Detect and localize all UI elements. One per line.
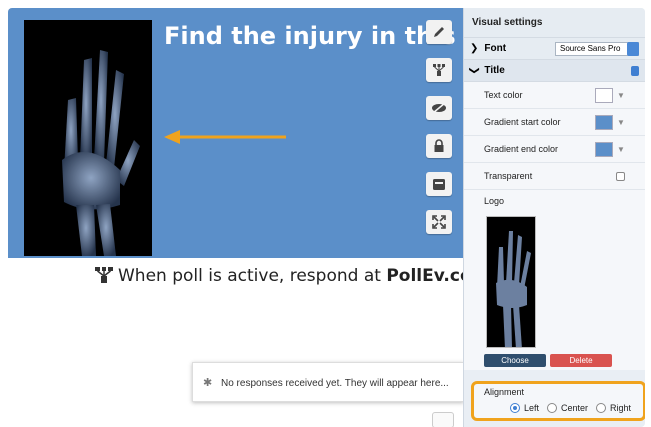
arrow-left-icon <box>164 130 288 149</box>
tool-column <box>426 20 460 248</box>
font-label: Font <box>484 43 507 54</box>
panel-title: Visual settings <box>464 8 645 38</box>
dropdown-icon[interactable]: ▼ <box>617 91 625 100</box>
logo-label: Logo <box>484 196 505 206</box>
gradient-start-label: Gradient start color <box>484 117 561 127</box>
select-arrow-icon <box>627 41 639 56</box>
dropdown-icon[interactable]: ▼ <box>617 145 625 154</box>
respond-prefix: When poll is active, respond at <box>118 266 387 286</box>
visual-settings-panel: Visual settings ❯ Font Source Sans Pro ❯… <box>463 8 645 427</box>
no-responses-text: No responses received yet. They will app… <box>221 378 449 389</box>
xray-image <box>24 20 152 256</box>
font-row[interactable]: ❯ Font Source Sans Pro <box>464 38 645 60</box>
alignment-label: Alignment <box>484 387 525 397</box>
gradient-start-swatch[interactable] <box>595 114 613 130</box>
radio-left[interactable] <box>510 403 520 413</box>
fullscreen-icon[interactable] <box>426 210 452 234</box>
no-responses-notice: ✱ No responses received yet. They will a… <box>192 362 464 402</box>
logo-image <box>486 216 536 348</box>
align-left-label: Left <box>524 403 540 413</box>
title-section-row[interactable]: ❯ Title <box>464 60 645 82</box>
lock-icon[interactable] <box>426 134 452 158</box>
corner-button[interactable] <box>432 412 454 427</box>
text-color-swatch[interactable] <box>595 87 613 103</box>
gradient-end-label: Gradient end color <box>484 144 559 154</box>
font-select[interactable]: Source Sans Pro <box>555 41 639 56</box>
poll-icon[interactable] <box>426 58 452 82</box>
align-center-option[interactable]: Center <box>547 403 588 413</box>
align-left-option[interactable]: Left <box>510 403 539 413</box>
chevron-right-icon: ❯ <box>470 43 479 54</box>
font-select-value: Source Sans Pro <box>560 43 621 53</box>
slide-header: Find the injury in this x-ray <box>8 8 532 258</box>
archive-icon[interactable] <box>426 172 452 196</box>
poll-network-icon <box>94 266 114 289</box>
align-right-label: Right <box>610 403 632 413</box>
title-section-label: Title <box>484 65 505 76</box>
align-center-label: Center <box>561 403 589 413</box>
radio-right[interactable] <box>596 403 607 413</box>
alignment-section: Alignment Left Center Right <box>471 381 645 421</box>
alignment-options: Left Center Right <box>510 403 633 413</box>
loading-spinner-icon: ✱ <box>203 377 213 389</box>
transparent-checkbox[interactable] <box>616 171 625 181</box>
app-window: Find the injury in this x-ray When poll … <box>8 8 645 427</box>
dropdown-icon[interactable]: ▼ <box>617 118 625 127</box>
transparent-row: Transparent <box>464 163 645 190</box>
gradient-start-row: Gradient start color ▼ <box>464 109 645 136</box>
choose-logo-button[interactable]: Choose <box>484 354 546 367</box>
transparent-label: Transparent <box>484 171 533 181</box>
logo-section: Logo Choose Delete <box>464 190 645 370</box>
chevron-down-icon: ❯ <box>468 66 480 75</box>
slide-area: Find the injury in this x-ray When poll … <box>8 8 535 427</box>
gradient-end-row: Gradient end color ▼ <box>464 136 645 163</box>
pencil-icon[interactable] <box>426 20 452 44</box>
text-color-row: Text color ▼ <box>464 82 645 109</box>
delete-logo-button[interactable]: Delete <box>550 354 612 367</box>
gradient-end-swatch[interactable] <box>595 141 613 157</box>
radio-center[interactable] <box>547 403 558 413</box>
text-color-label: Text color <box>484 90 523 100</box>
align-right-option[interactable]: Right <box>596 403 631 413</box>
title-toggle[interactable] <box>631 65 639 76</box>
hide-icon[interactable] <box>426 96 452 120</box>
